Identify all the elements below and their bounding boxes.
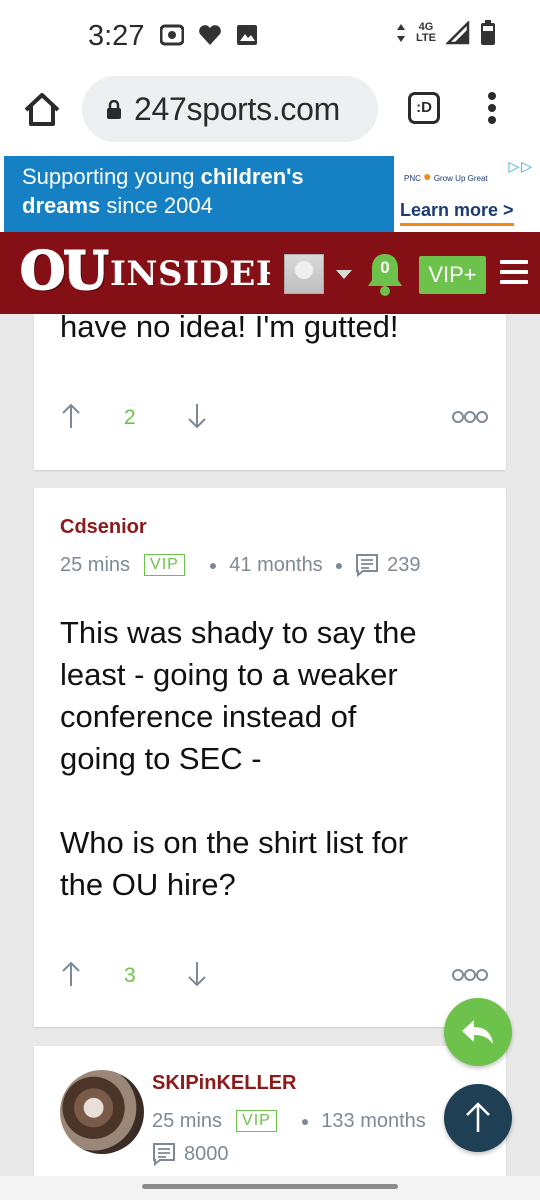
separator-dot: ● <box>300 1113 310 1129</box>
post-meta: 25 mins VIP ● 41 months ● 239 <box>60 552 421 578</box>
ad-message: Supporting young children's dreams since… <box>22 164 304 218</box>
home-icon[interactable] <box>22 90 62 130</box>
vote-row: 2 <box>58 402 488 432</box>
notifications-bell-button[interactable]: 0 <box>366 252 404 298</box>
status-time: 3:27 <box>88 20 145 52</box>
site-logo-ou[interactable]: OU <box>19 241 110 303</box>
vote-count: 2 <box>124 406 136 429</box>
downvote-arrow-icon[interactable] <box>186 402 208 430</box>
status-notification-icons <box>160 24 258 46</box>
post-card: have no idea! I'm gutted! 2 <box>34 309 506 470</box>
post-author-link[interactable]: Cdsenior <box>60 516 147 539</box>
grow-up-great-logo: Grow Up Great <box>433 174 488 183</box>
cast-icon <box>160 24 184 46</box>
reply-arrow-icon <box>462 1020 493 1044</box>
post-card: SKIPinKELLER 25 mins VIP ● 133 months 80… <box>34 1046 506 1176</box>
chevron-down-icon[interactable] <box>336 270 352 279</box>
network-type-label: 4G LTE <box>416 21 436 44</box>
battery-icon <box>481 20 495 45</box>
scroll-to-top-button[interactable] <box>444 1084 512 1152</box>
post-count: 8000 <box>184 1142 229 1165</box>
arrow-up-icon <box>466 1102 490 1132</box>
ad-message-panel: Supporting young children's dreams since… <box>4 156 394 232</box>
hamburger-menu-icon[interactable] <box>500 260 528 288</box>
author-avatar[interactable] <box>60 1070 144 1154</box>
vip-badge: VIP <box>144 554 185 576</box>
user-avatar[interactable] <box>284 254 324 294</box>
tab-switcher-button[interactable]: :D <box>408 92 440 124</box>
browser-toolbar: 247sports.com :D <box>0 72 540 156</box>
ad-learn-more-link[interactable]: Learn more > <box>400 200 514 226</box>
upvote-arrow-icon[interactable] <box>60 402 82 430</box>
site-header: OU INSIDER 0 VIP+ <box>0 232 540 314</box>
post-meta-secondary: 8000 <box>152 1142 229 1166</box>
signal-icon <box>446 21 470 45</box>
site-logo-insider[interactable]: INSIDER <box>110 252 270 296</box>
downvote-arrow-icon[interactable] <box>186 960 208 988</box>
reply-button[interactable] <box>444 998 512 1066</box>
heart-icon <box>199 25 221 45</box>
posts-count-icon <box>356 554 379 577</box>
post-time: 25 mins <box>60 553 131 576</box>
address-bar[interactable]: 247sports.com <box>82 76 378 142</box>
more-options-icon[interactable] <box>452 968 488 982</box>
gesture-navigation-bar <box>0 1176 540 1200</box>
status-bar: 3:27 4G LTE <box>0 0 540 72</box>
status-system-icons: 4G LTE <box>396 20 496 46</box>
ad-banner[interactable]: Supporting young children's dreams since… <box>0 156 540 232</box>
pnc-logo: PNC <box>404 174 421 183</box>
lock-icon <box>107 100 121 119</box>
ad-brand-logos: PNC ● Grow Up Great <box>404 168 488 184</box>
ad-choices-icon[interactable]: ▷▷ <box>508 158 534 175</box>
post-time: 25 mins <box>152 1109 223 1132</box>
member-tenure: 133 months <box>321 1109 426 1132</box>
vip-badge: VIP <box>236 1110 277 1132</box>
post-meta: 25 mins VIP ● 133 months <box>152 1108 426 1134</box>
post-author-link[interactable]: SKIPinKELLER <box>152 1072 296 1095</box>
vip-plus-button[interactable]: VIP+ <box>419 256 486 294</box>
vote-row: 3 <box>58 960 488 990</box>
gesture-handle[interactable] <box>142 1184 398 1189</box>
url-text: 247sports.com <box>134 91 340 127</box>
separator-dot: ● <box>334 557 344 573</box>
vote-count: 3 <box>124 964 136 987</box>
browser-menu-button[interactable] <box>486 92 498 128</box>
post-count: 239 <box>387 553 421 576</box>
post-card: Cdsenior 25 mins VIP ● 41 months ● 239 T… <box>34 488 506 1027</box>
separator-dot: ● <box>208 557 218 573</box>
notification-count: 0 <box>380 258 390 277</box>
image-icon <box>237 25 257 45</box>
posts-count-icon <box>153 1143 175 1166</box>
member-tenure: 41 months <box>229 553 323 576</box>
data-arrows-icon <box>397 24 406 42</box>
more-options-icon[interactable] <box>452 410 488 424</box>
post-body: have no idea! I'm gutted! <box>60 309 399 344</box>
upvote-arrow-icon[interactable] <box>60 960 82 988</box>
post-body: This was shady to say the least - going … <box>60 615 417 902</box>
